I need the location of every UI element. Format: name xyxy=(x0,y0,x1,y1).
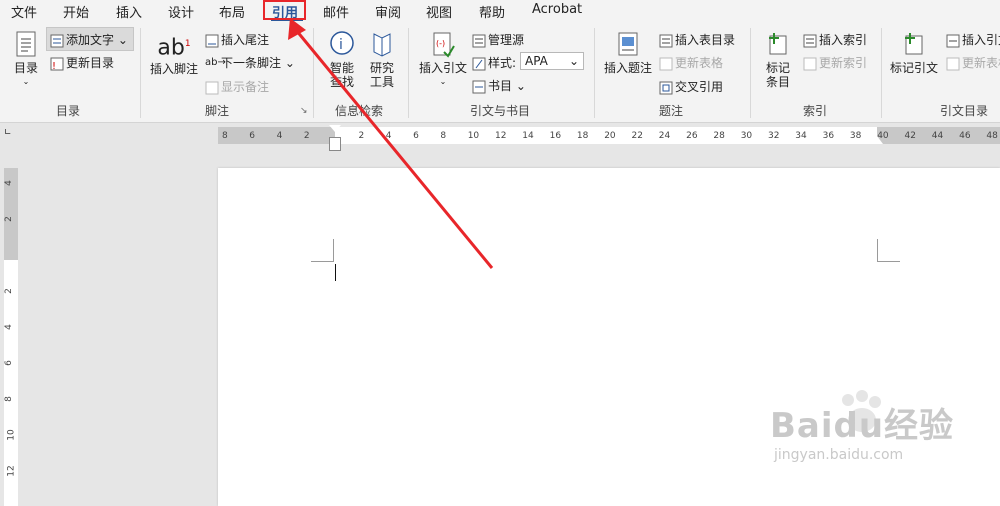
watermark-logo: Baidu经验 xyxy=(770,406,955,446)
baidu-watermark: Baidu经验 jingyan.baidu.com xyxy=(770,390,955,463)
watermark-url: jingyan.baidu.com xyxy=(774,447,904,463)
